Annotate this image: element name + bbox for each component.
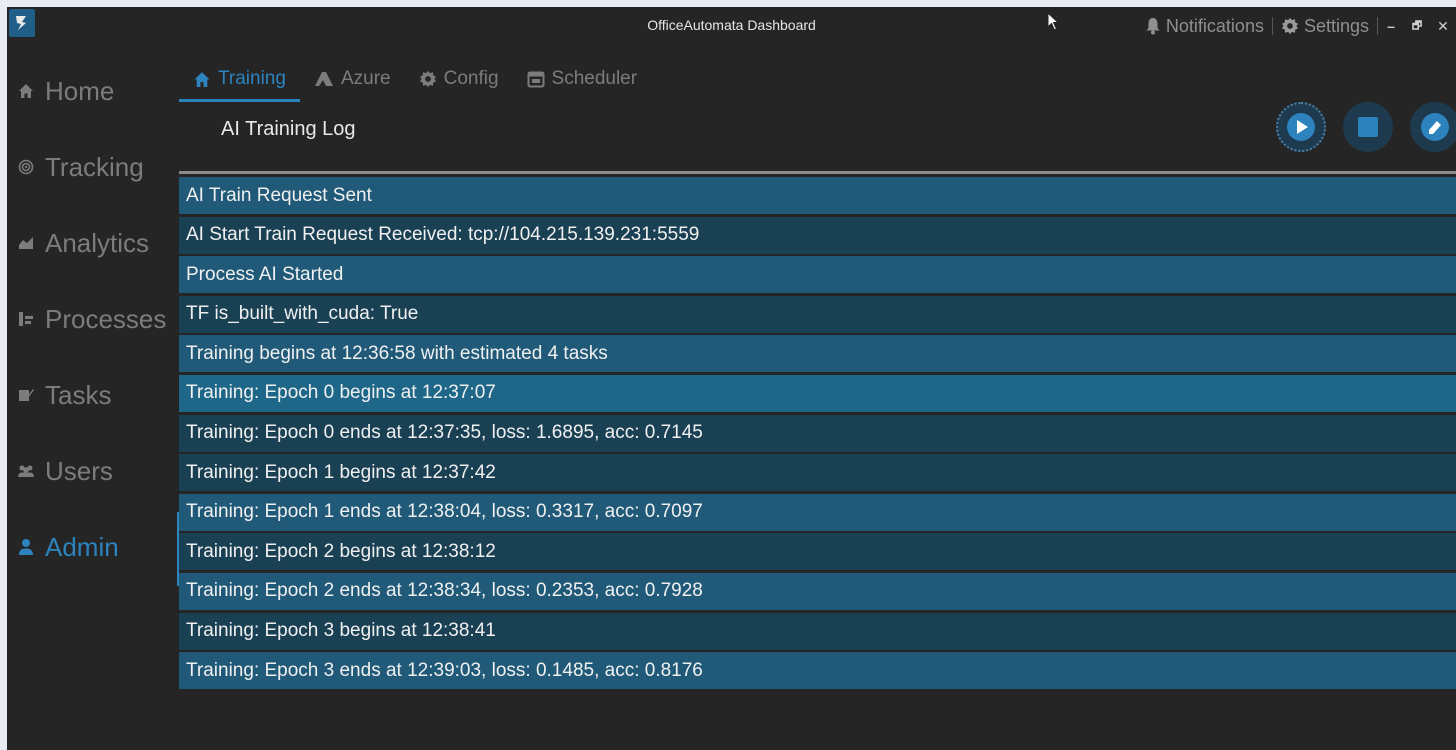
restore-button[interactable]: 🗗 <box>1404 17 1430 36</box>
sidebar-item-label: Processes <box>45 303 167 334</box>
user-icon <box>17 538 35 556</box>
log-entry: Training: Epoch 0 begins at 12:37:07 <box>179 374 1456 412</box>
sidebar-item-admin[interactable]: Admin <box>7 509 179 585</box>
title-bar: OfficeAutomata Dashboard Notifications S… <box>7 7 1456 45</box>
log-entry: Training: Epoch 2 begins at 12:38:12 <box>179 533 1456 571</box>
close-button[interactable]: ✕ <box>1430 18 1456 35</box>
log-entry: AI Train Request Sent <box>179 177 1456 214</box>
log-entry: Training: Epoch 1 ends at 12:38:04, loss… <box>179 493 1456 531</box>
eraser-icon <box>1421 113 1449 141</box>
target-icon <box>17 159 35 175</box>
tab-azure[interactable]: Azure <box>300 59 405 99</box>
log-entry: Training: Epoch 3 ends at 12:39:03, loss… <box>179 652 1456 690</box>
clear-button[interactable] <box>1410 102 1456 152</box>
home-icon <box>17 83 35 99</box>
play-button[interactable] <box>1276 102 1326 152</box>
azure-icon <box>314 72 333 86</box>
users-icon <box>17 463 35 479</box>
process-icon <box>17 311 35 327</box>
tasks-icon <box>17 387 35 403</box>
sidebar-item-users[interactable]: Users <box>7 433 179 509</box>
sidebar-item-tasks[interactable]: Tasks <box>7 357 179 433</box>
log-entry: Process AI Started <box>179 256 1456 294</box>
gear-icon <box>419 70 436 88</box>
sidebar-item-analytics[interactable]: Analytics <box>7 205 179 281</box>
play-icon <box>1287 113 1315 141</box>
log-entry: Training: Epoch 0 ends at 12:37:35, loss… <box>179 414 1456 452</box>
tab-config[interactable]: Config <box>405 59 513 99</box>
sidebar-item-tracking[interactable]: Tracking <box>7 129 179 205</box>
sidebar-item-label: Home <box>45 75 115 106</box>
log-divider <box>179 171 1456 174</box>
tab-scheduler[interactable]: Scheduler <box>513 59 652 99</box>
settings-button[interactable]: Settings <box>1273 16 1377 37</box>
log-controls <box>1276 102 1456 152</box>
sidebar-item-home[interactable]: Home <box>7 53 179 129</box>
tab-label: Azure <box>340 68 391 89</box>
mouse-cursor-icon <box>1047 12 1060 31</box>
minimize-button[interactable]: – <box>1378 18 1404 34</box>
bell-icon <box>1146 18 1160 35</box>
tab-training[interactable]: Training <box>179 59 300 102</box>
stop-icon <box>1358 117 1378 137</box>
area-chart-icon <box>17 235 35 251</box>
stop-button[interactable] <box>1343 102 1393 152</box>
calendar-icon <box>527 71 545 88</box>
title-bar-controls: Notifications Settings – 🗗 ✕ <box>1137 13 1456 39</box>
log-entry: Training begins at 12:36:58 with estimat… <box>179 335 1456 373</box>
log-entry: Training: Epoch 3 begins at 12:38:41 <box>179 612 1456 650</box>
page-title: AI Training Log <box>221 118 356 140</box>
training-log-list: AI Train Request Sent AI Start Train Req… <box>179 177 1456 692</box>
sidebar-item-label: Analytics <box>45 227 150 258</box>
sidebar-item-processes[interactable]: Processes <box>7 281 179 357</box>
sidebar: Home Tracking Analytics Processes Tasks <box>7 53 179 585</box>
sidebar-item-label: Tasks <box>45 379 112 410</box>
log-entry: AI Start Train Request Received: tcp://1… <box>179 216 1456 254</box>
log-entry: Training: Epoch 1 begins at 12:37:42 <box>179 454 1456 492</box>
app-window: OfficeAutomata Dashboard Notifications S… <box>7 7 1456 750</box>
notifications-label: Notifications <box>1165 15 1264 36</box>
gear-icon <box>1281 17 1299 35</box>
tab-label: Scheduler <box>551 68 638 89</box>
settings-label: Settings <box>1303 15 1369 36</box>
sidebar-item-label: Admin <box>45 531 119 562</box>
log-entry: TF is_built_with_cuda: True <box>179 295 1456 333</box>
sidebar-item-label: Tracking <box>45 151 144 182</box>
sidebar-item-label: Users <box>45 455 113 486</box>
tab-bar: Training Azure Config Scheduler <box>179 59 651 103</box>
home-icon <box>194 71 210 87</box>
notifications-button[interactable]: Notifications <box>1137 16 1272 37</box>
log-entry: Training: Epoch 2 ends at 12:38:34, loss… <box>179 572 1456 610</box>
tab-label: Config <box>443 68 499 89</box>
tab-label: Training <box>218 68 286 89</box>
